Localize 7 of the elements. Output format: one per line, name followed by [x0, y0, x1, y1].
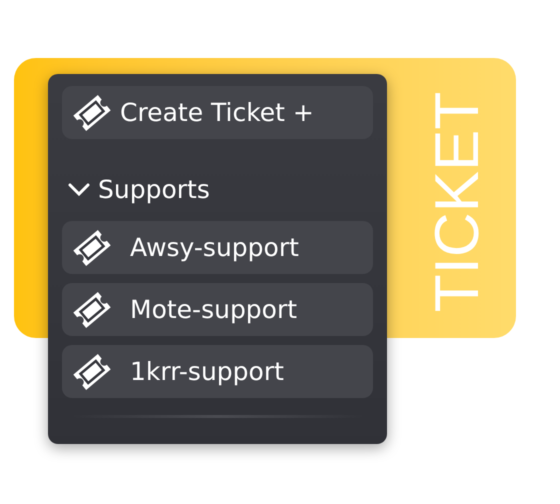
channel-item[interactable]: 1krr-support	[62, 345, 373, 398]
channel-item[interactable]: Awsy-support	[62, 221, 373, 274]
chevron-down-icon	[68, 183, 90, 197]
banner-title: TICKET	[427, 92, 489, 312]
create-ticket-button[interactable]: Create Ticket +	[62, 86, 373, 139]
section-header[interactable]: Supports	[62, 175, 373, 205]
channel-item[interactable]: Mote-support	[62, 283, 373, 336]
